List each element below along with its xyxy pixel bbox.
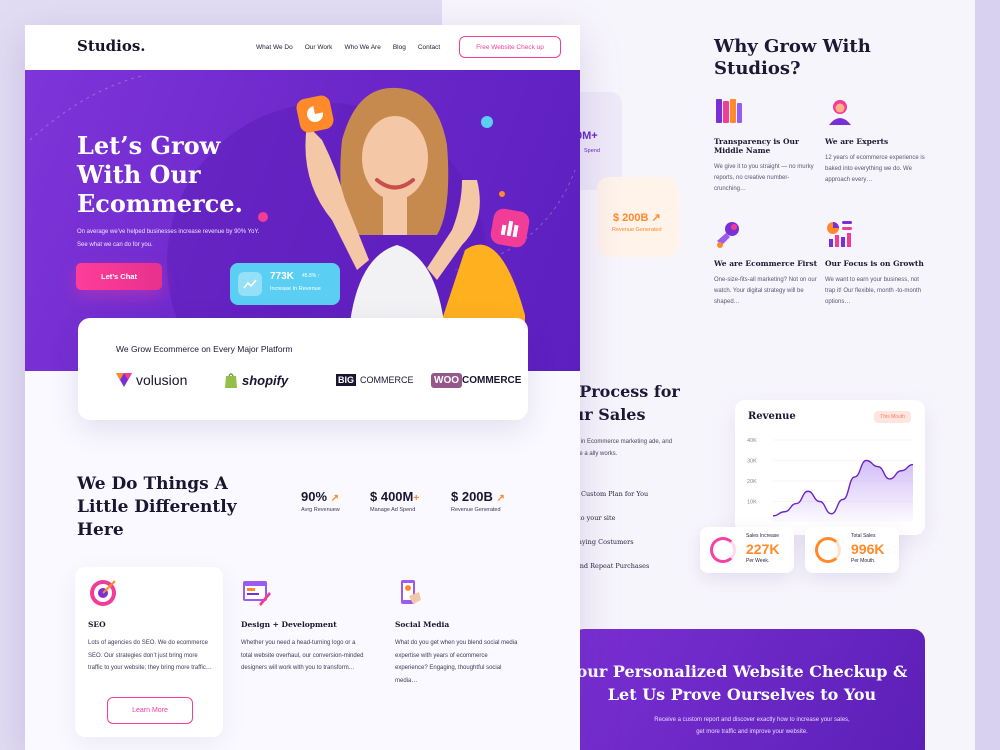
navbar: Studios. What We Do Our Work Who We Are …	[25, 25, 580, 70]
y-tick-label: 20K	[747, 479, 757, 485]
growth-chart-icon	[825, 219, 855, 249]
volusion-logo: volusion	[116, 369, 187, 391]
revenue-float-label: Revenue Generated	[612, 227, 662, 233]
metric-revenue-generated: $ 200B ↗ Revenue Generated	[451, 489, 505, 513]
background-strip	[975, 0, 1000, 750]
y-tick-label: 40K	[747, 438, 757, 444]
revenue-chart: 40K 30K 20K 10K	[747, 438, 914, 522]
service-social-media: Social Media What do you get when you bl…	[395, 578, 520, 687]
cta-subtitle: Receive a custom report and discover exa…	[654, 717, 850, 735]
nav-link-who-we-are[interactable]: Who We Are	[344, 44, 380, 51]
process-text: sing in Ecommerce marketing ade, and the…	[568, 439, 673, 457]
magnet-icon	[714, 219, 744, 249]
nav-link-blog[interactable]: Blog	[393, 44, 406, 51]
hero-subtitle: On average we’ve helped businesses incre…	[77, 229, 260, 248]
bar-chart-bubble-icon	[489, 207, 531, 249]
shopify-bag-icon	[225, 373, 237, 388]
books-icon	[714, 97, 744, 127]
metric-avg-revenue: 90% ↗ Avrg Revenuew	[301, 489, 340, 513]
why-title: Why Grow With Studios?	[714, 36, 871, 79]
hero-title: Let’s Grow With Our Ecommerce.	[77, 131, 243, 218]
pie-chart-bubble-icon	[294, 93, 336, 135]
feature-experts: We are Experts 12 years of ecommerce exp…	[825, 97, 930, 186]
shopify-logo: shopify	[224, 369, 288, 391]
service-seo: SEO Lots of agencies do SEO. We do ecomm…	[88, 578, 213, 675]
nav-link-our-work[interactable]: Our Work	[305, 44, 333, 51]
social-icon	[395, 578, 425, 608]
y-tick-label: 30K	[747, 459, 757, 465]
feature-growth: Our Focus is on Growth We want to earn y…	[825, 219, 930, 308]
free-checkup-button[interactable]: Free Website Check up	[459, 36, 561, 58]
lets-chat-button[interactable]: Let’s Chat	[76, 263, 162, 290]
feature-ecommerce-first: We are Ecommerce First One-size-fits-all…	[714, 219, 819, 308]
process-step-4: ly and Repeat Purchases	[568, 562, 650, 570]
cta-title: our Personalized Website Checkup & Let U…	[576, 662, 908, 704]
revenue-chart-card: Revenue This Mouth 40K 30K 20K 10K	[735, 400, 925, 535]
volusion-mark-icon	[116, 373, 132, 387]
home-page: Studios. What We Do Our Work Who We Are …	[25, 25, 580, 750]
spend-label: Spend	[584, 148, 600, 154]
revenue-area	[773, 460, 913, 522]
target-icon	[88, 578, 118, 608]
revenue-float-value: $ 200B ↗	[613, 212, 661, 224]
nav-links: What We Do Our Work Who We Are Blog Cont…	[256, 44, 440, 51]
progress-ring-icon	[710, 537, 736, 563]
y-tick-label: 10K	[747, 500, 757, 506]
logo[interactable]: Studios.	[77, 37, 146, 55]
different-title: We Do Things A Little Differently Here	[77, 474, 237, 540]
process-step-1: ft a Custom Plan for You	[568, 490, 649, 498]
expert-icon	[825, 97, 855, 127]
metric-ad-spend: $ 400M+ Manage Ad Spend	[370, 489, 420, 513]
revenue-stat-chip: 773K 45.8% ↑ Increase In Revenue	[230, 263, 340, 305]
platforms-heading: We Grow Ecommerce on Every Major Platfor…	[116, 344, 293, 354]
feature-transparency: Transparency is Our Middle Name We give …	[714, 97, 819, 195]
kpi-total-sales: Total Sales 996K Per Mouth.	[805, 527, 899, 573]
service-design: Design + Development Whether you need a …	[241, 578, 366, 675]
woocommerce-logo: WOO COMMERCE	[431, 369, 521, 391]
trend-up-icon	[238, 272, 262, 296]
nav-link-what-we-do[interactable]: What We Do	[256, 44, 293, 51]
nav-link-contact[interactable]: Contact	[418, 44, 440, 51]
process-title: n Process for our Sales	[562, 382, 680, 424]
kpi-sales-increase: Sales Increase 227K Per Week.	[700, 527, 794, 573]
design-icon	[241, 578, 271, 608]
revenue-float-card: $ 200B ↗ Revenue Generated	[597, 177, 679, 257]
bigcommerce-logo: BIG COMMERCE	[336, 374, 414, 386]
progress-ring-icon	[815, 537, 841, 563]
platforms-card: We Grow Ecommerce on Every Major Platfor…	[78, 318, 528, 420]
learn-more-button[interactable]: Learn More	[107, 697, 193, 724]
